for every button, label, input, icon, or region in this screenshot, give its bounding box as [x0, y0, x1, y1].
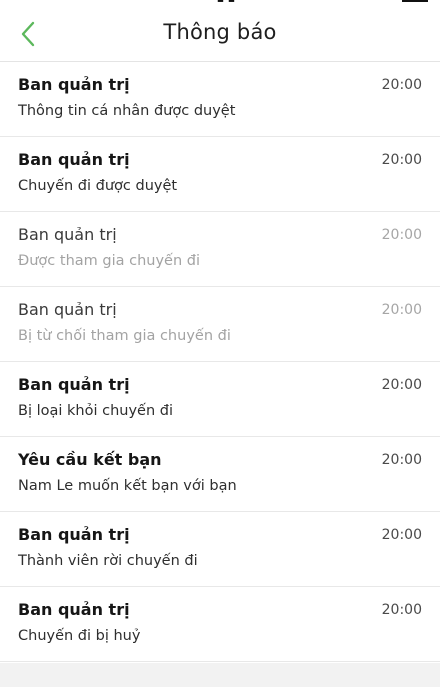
notification-item[interactable]: Yêu cầu kết bạn 20:00 Nam Le muốn kết bạ…	[0, 437, 440, 512]
notification-item[interactable]: Ban quản trị 20:00 Thành viên rời chuyến…	[0, 512, 440, 587]
notification-message: Bị loại khỏi chuyến đi	[18, 403, 173, 419]
notification-item[interactable]: Ban quản trị 20:00 Thông tin cá nhân đượ…	[0, 62, 440, 137]
notification-sender: Ban quản trị	[18, 225, 117, 244]
chevron-left-icon	[21, 21, 35, 47]
status-bar: ••••• ▪ ▪	[0, 0, 440, 5]
notification-sender: Ban quản trị	[18, 525, 130, 544]
notification-time: 20:00	[381, 602, 422, 618]
notification-message: Được tham gia chuyến đi	[18, 253, 200, 269]
back-button[interactable]	[10, 14, 46, 54]
notification-sender: Ban quản trị	[18, 75, 130, 94]
battery-icon	[402, 0, 428, 2]
notification-message: Thành viên rời chuyến đi	[18, 553, 198, 569]
status-time-icon: ▪ ▪	[196, 0, 256, 5]
notification-message: Thông tin cá nhân được duyệt	[18, 103, 236, 119]
notification-time: 20:00	[381, 227, 422, 243]
notification-sender: Yêu cầu kết bạn	[18, 450, 162, 469]
notification-time: 20:00	[381, 77, 422, 93]
notification-sender: Ban quản trị	[18, 300, 117, 319]
notification-item[interactable]: Ban quản trị 20:00 Bị loại khỏi chuyến đ…	[0, 362, 440, 437]
notification-time: 20:00	[381, 527, 422, 543]
notification-message: Chuyến đi bị huỷ	[18, 628, 141, 644]
navigation-bar: Thông báo	[0, 8, 440, 60]
notification-list: Ban quản trị 20:00 Thông tin cá nhân đượ…	[0, 61, 440, 662]
list-footer	[0, 663, 440, 687]
notification-sender: Ban quản trị	[18, 375, 130, 394]
notification-time: 20:00	[381, 152, 422, 168]
notification-time: 20:00	[381, 302, 422, 318]
page-title: Thông báo	[163, 20, 277, 44]
notification-message: Bị từ chối tham gia chuyến đi	[18, 328, 231, 344]
notifications-screen: ••••• ▪ ▪ Thông báo Ban quản trị 20:00 T…	[0, 0, 440, 687]
notification-item[interactable]: Ban quản trị 20:00 Chuyến đi bị huỷ	[0, 587, 440, 662]
notification-sender: Ban quản trị	[18, 600, 130, 619]
signal-icon: •••••	[18, 0, 52, 3]
notification-item[interactable]: Ban quản trị 20:00 Được tham gia chuyến …	[0, 212, 440, 287]
notification-sender: Ban quản trị	[18, 150, 130, 169]
notification-time: 20:00	[381, 452, 422, 468]
notification-item[interactable]: Ban quản trị 20:00 Bị từ chối tham gia c…	[0, 287, 440, 362]
notification-time: 20:00	[381, 377, 422, 393]
notification-item[interactable]: Ban quản trị 20:00 Chuyến đi được duyệt	[0, 137, 440, 212]
notification-message: Nam Le muốn kết bạn với bạn	[18, 478, 237, 494]
notification-message: Chuyến đi được duyệt	[18, 178, 178, 194]
